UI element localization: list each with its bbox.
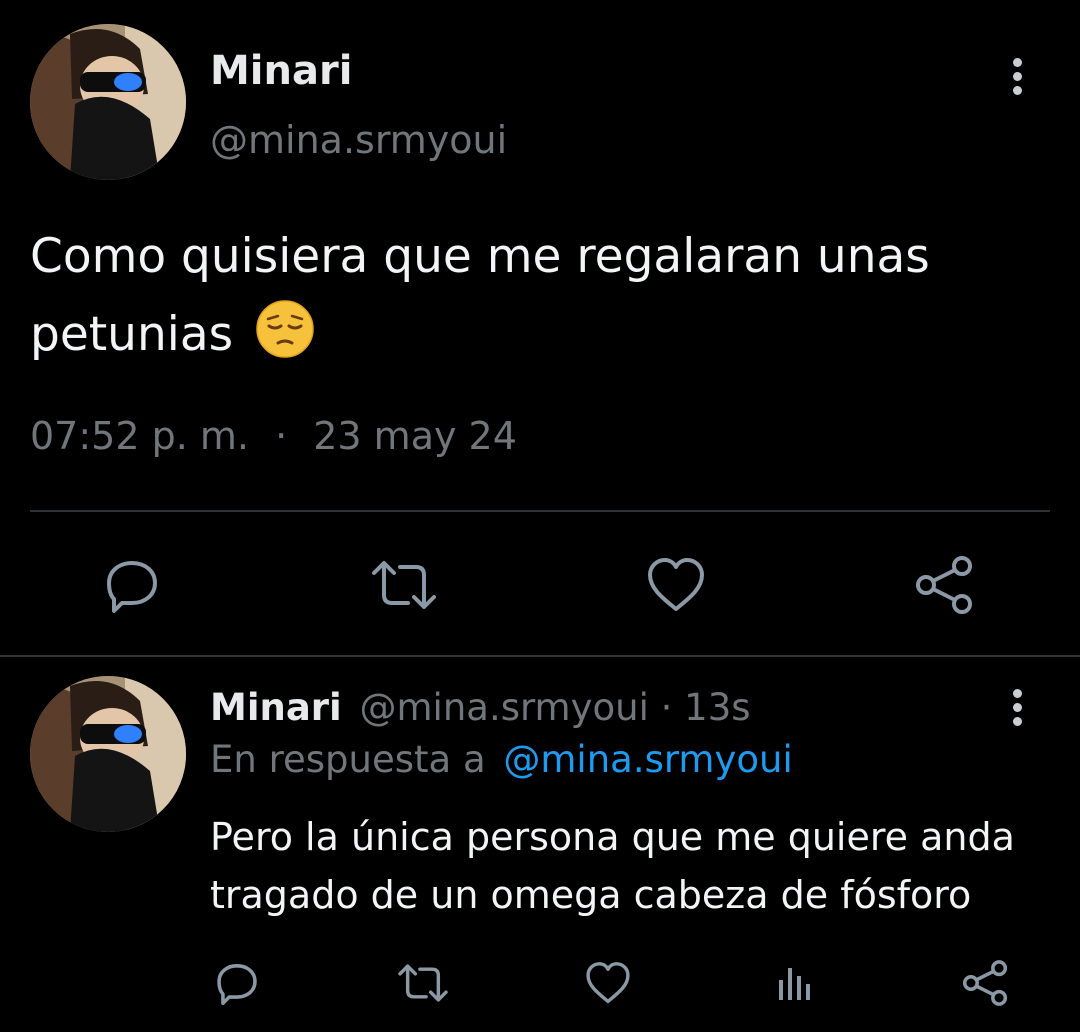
author-handle[interactable]: @mina.srmyoui <box>360 686 649 729</box>
reply-header: Minari @mina.srmyoui · 13s <box>210 686 751 729</box>
more-options-icon[interactable] <box>1012 58 1022 100</box>
like-icon[interactable] <box>583 960 633 1006</box>
retweet-icon[interactable] <box>395 960 451 1006</box>
reply-icon[interactable] <box>100 553 164 617</box>
tweet-text-line: Como quisiera que me regalaran unas <box>30 229 930 284</box>
author-name[interactable]: Minari <box>210 686 342 729</box>
reply-prefix: En respuesta a <box>210 738 486 781</box>
reply-context: En respuesta a @mina.srmyoui <box>210 738 793 781</box>
tweet-time: 07:52 p. m. <box>30 414 249 458</box>
avatar[interactable] <box>30 24 186 180</box>
tweet-date: 23 may 24 <box>313 414 517 458</box>
tweet-timestamp: 07:52 p. m. · 23 may 24 <box>30 414 517 458</box>
pensive-emoji-icon <box>256 300 314 358</box>
more-options-icon[interactable] <box>1012 689 1022 731</box>
reply-icon[interactable] <box>212 958 262 1008</box>
share-icon[interactable] <box>960 958 1010 1008</box>
like-icon[interactable] <box>644 555 708 615</box>
author-handle[interactable]: @mina.srmyoui <box>210 118 507 162</box>
avatar[interactable] <box>30 676 186 832</box>
retweet-icon[interactable] <box>368 555 440 615</box>
divider <box>0 655 1080 657</box>
tweet-text-line: Pero la única persona que me quiere anda <box>210 815 1015 859</box>
timestamp-separator: · <box>275 414 288 458</box>
analytics-icon[interactable] <box>775 962 815 1002</box>
tweet-text: Pero la única persona que me quiere anda… <box>210 808 1015 924</box>
reply-to-link[interactable]: @mina.srmyoui <box>503 738 792 781</box>
tweet-text-line: petunias <box>30 307 234 362</box>
share-icon[interactable] <box>912 553 976 617</box>
divider <box>30 510 1050 512</box>
tweet-text: Como quisiera que me regalaran unas petu… <box>30 218 930 374</box>
author-name[interactable]: Minari <box>210 48 352 94</box>
tweet-age: · 13s <box>660 686 751 729</box>
tweet-text-line: tragado de un omega cabeza de fósforo <box>210 873 972 917</box>
